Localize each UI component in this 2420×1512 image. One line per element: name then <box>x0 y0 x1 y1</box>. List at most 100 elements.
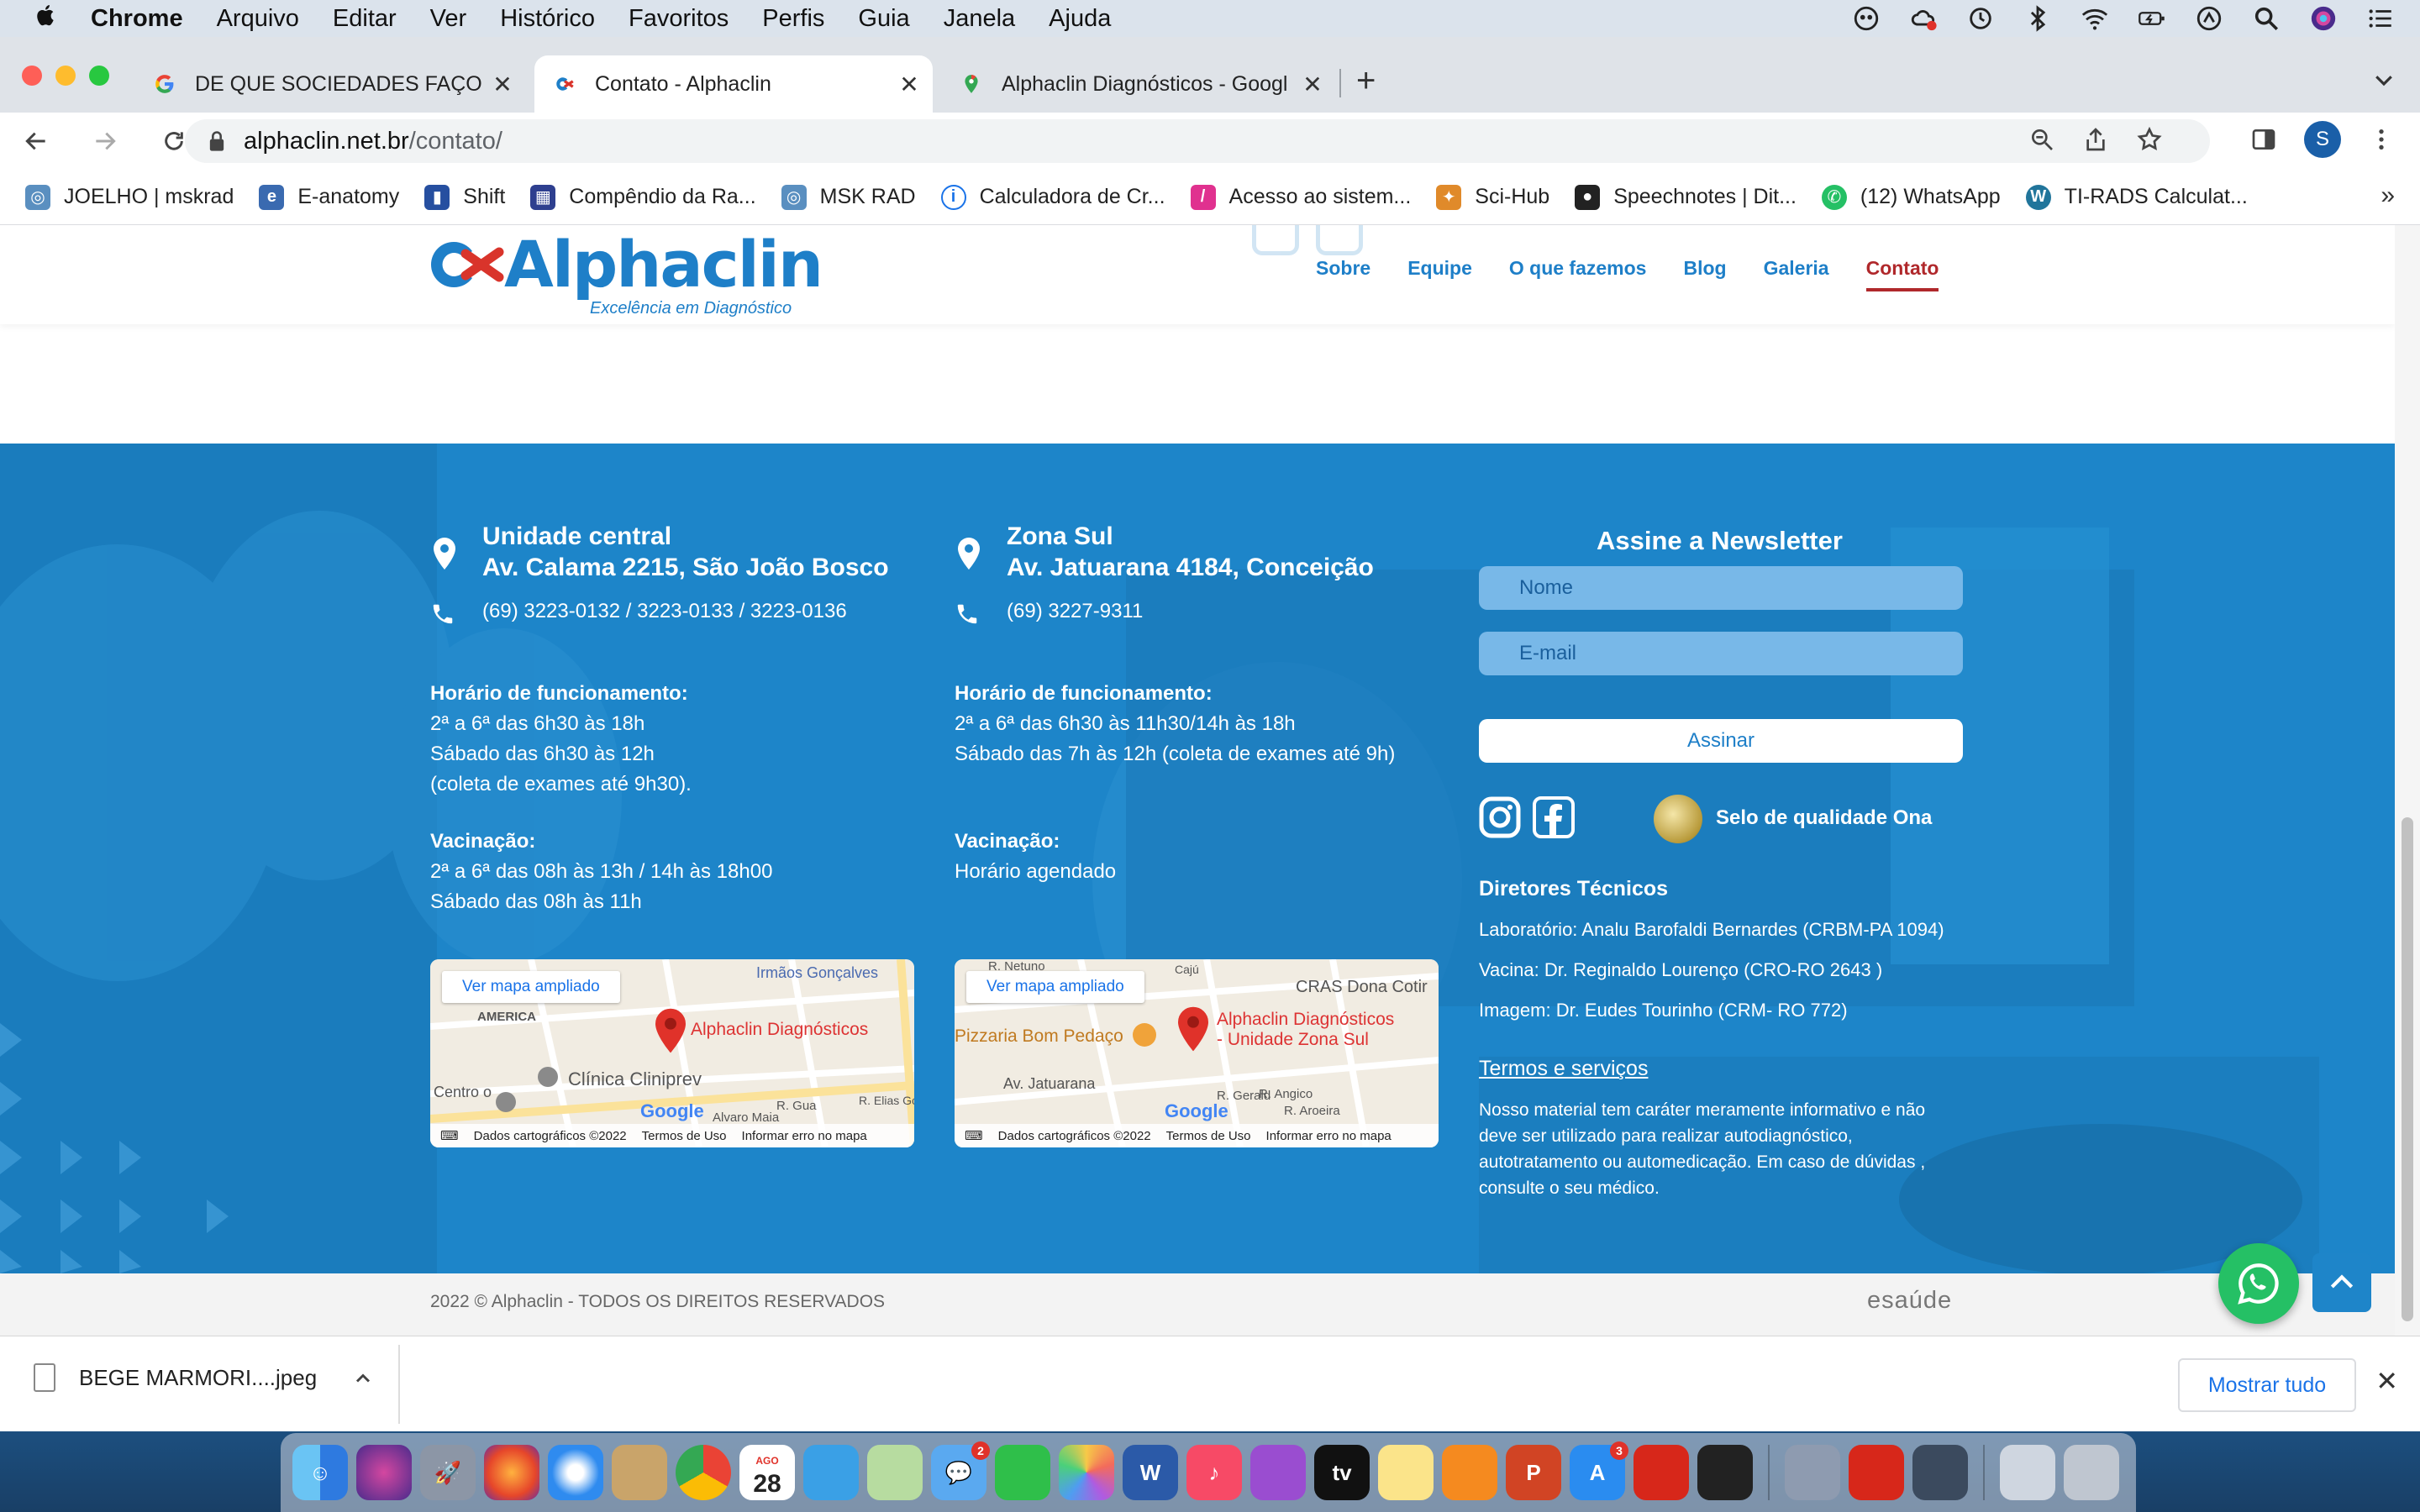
bookmark-speechnotes[interactable]: ● Speechnotes | Dit... <box>1575 184 1797 210</box>
site-logo[interactable]: Alphaclin Excelência em Diagnóstico <box>429 233 823 318</box>
apple-tv-icon[interactable]: tv <box>1314 1445 1370 1500</box>
close-tab-icon[interactable]: ✕ <box>894 71 924 98</box>
menu-perfis[interactable]: Perfis <box>762 5 824 33</box>
chrome-menu-icon[interactable] <box>2368 126 2395 153</box>
zoom-icon[interactable] <box>2028 126 2055 153</box>
siri-icon[interactable] <box>2309 4 2338 33</box>
nav-galeria[interactable]: Galeria <box>1764 257 1829 291</box>
bookmarks-overflow-icon[interactable]: » <box>2381 181 2395 210</box>
time-machine-icon[interactable] <box>1966 4 1995 33</box>
calendar-icon[interactable]: AGO 28 <box>739 1445 795 1500</box>
nav-blog[interactable]: Blog <box>1683 257 1726 291</box>
image-capture-icon[interactable] <box>1785 1445 1840 1500</box>
reload-button[interactable] <box>160 127 188 155</box>
scrollbar-thumb[interactable] <box>2402 817 2413 1321</box>
siri-icon[interactable] <box>356 1445 412 1500</box>
notification-center-icon[interactable] <box>2366 4 2395 33</box>
profile-avatar[interactable]: S <box>2304 121 2341 158</box>
creative-cloud-icon[interactable] <box>1909 4 1938 33</box>
facebook-icon[interactable] <box>1533 796 1575 838</box>
new-tab-button[interactable]: + <box>1356 62 1376 100</box>
menu-historico[interactable]: Histórico <box>500 5 595 33</box>
trash-icon[interactable] <box>2064 1445 2119 1500</box>
menu-ajuda[interactable]: Ajuda <box>1049 5 1111 33</box>
menu-ver[interactable]: Ver <box>430 5 467 33</box>
battery-icon[interactable] <box>2138 4 2166 33</box>
menu-guia[interactable]: Guia <box>858 5 909 33</box>
acrobat-reader-icon[interactable] <box>1849 1445 1904 1500</box>
acrobat-icon[interactable] <box>1634 1445 1689 1500</box>
bookmark-calculadora[interactable]: i Calculadora de Cr... <box>940 184 1165 210</box>
map-pin-icon[interactable] <box>1178 1006 1208 1052</box>
download-item[interactable]: BEGE MARMORI....jpeg <box>34 1363 317 1392</box>
podcasts-icon[interactable] <box>1250 1445 1306 1500</box>
map-zona-sul[interactable]: Ver mapa ampliado Alphaclin Diagnósticos… <box>955 959 1439 1147</box>
bookmark-joelho[interactable]: ◎ JOELHO | mskrad <box>25 184 234 210</box>
terminal-icon[interactable] <box>1697 1445 1753 1500</box>
mosaic-app-icon[interactable] <box>803 1445 859 1500</box>
keyboard-icon[interactable]: ⌨ <box>965 1128 983 1143</box>
notes-icon[interactable] <box>1378 1445 1434 1500</box>
menu-arquivo[interactable]: Arquivo <box>217 5 299 33</box>
map-report-link[interactable]: Informar erro no mapa <box>1266 1129 1392 1143</box>
close-window-button[interactable] <box>22 66 42 86</box>
menu-favoritos[interactable]: Favoritos <box>629 5 729 33</box>
page-scrollbar[interactable] <box>2395 225 2420 1336</box>
photos-icon[interactable] <box>1059 1445 1114 1500</box>
nav-contato[interactable]: Contato <box>1865 257 1939 291</box>
word-icon[interactable]: W <box>1123 1445 1178 1500</box>
firefox-icon[interactable] <box>484 1445 539 1500</box>
bookmark-sci-hub[interactable]: ✦ Sci-Hub <box>1436 184 1549 210</box>
nav-sobre[interactable]: Sobre <box>1316 257 1370 291</box>
map-terms-link[interactable]: Termos de Uso <box>642 1129 727 1143</box>
minimize-window-button[interactable] <box>55 66 76 86</box>
newsletter-name-input[interactable]: Nome <box>1479 566 1963 610</box>
bookmark-shift[interactable]: ▮ Shift <box>424 184 505 210</box>
books-icon[interactable] <box>1442 1445 1497 1500</box>
nav-o-que-fazemos[interactable]: O que fazemos <box>1509 257 1647 291</box>
menu-app-name[interactable]: Chrome <box>91 5 183 33</box>
bookmark-acesso[interactable]: / Acesso ao sistem... <box>1190 184 1411 210</box>
esaude-credit-link[interactable]: esaúde <box>1867 1287 1952 1315</box>
bluetooth-icon[interactable] <box>2023 4 2052 33</box>
tab-search-chevron-icon[interactable] <box>2371 67 2396 98</box>
powerpoint-icon[interactable]: P <box>1506 1445 1561 1500</box>
spotlight-search-icon[interactable] <box>2252 4 2281 33</box>
show-all-downloads-button[interactable]: Mostrar tudo <box>2178 1358 2356 1412</box>
bookmark-star-icon[interactable] <box>2136 126 2163 153</box>
preview-icon[interactable] <box>612 1445 667 1500</box>
download-options-chevron-icon[interactable] <box>351 1367 375 1396</box>
close-shelf-icon[interactable]: ✕ <box>2375 1365 2398 1397</box>
map-pin-icon[interactable] <box>655 1008 686 1053</box>
bookmark-msk-rad[interactable]: ◎ MSK RAD <box>781 184 916 210</box>
back-to-top-button[interactable] <box>2312 1253 2371 1312</box>
bookmark-compendio[interactable]: ▦ Compêndio da Ra... <box>530 184 756 210</box>
facetime-icon[interactable] <box>995 1445 1050 1500</box>
downloads-stack-icon[interactable] <box>2000 1445 2055 1500</box>
instagram-icon[interactable] <box>1479 796 1521 838</box>
side-panel-icon[interactable] <box>2250 126 2277 153</box>
back-button[interactable] <box>22 127 50 155</box>
safari-icon[interactable] <box>548 1445 603 1500</box>
maximize-window-button[interactable] <box>89 66 109 86</box>
forward-button[interactable] <box>91 127 119 155</box>
menu-janela[interactable]: Janela <box>944 5 1015 33</box>
quicktime-icon[interactable] <box>1912 1445 1968 1500</box>
whatsapp-float-button[interactable] <box>2218 1243 2299 1324</box>
close-tab-icon[interactable]: ✕ <box>487 71 518 98</box>
bookmark-e-anatomy[interactable]: e E-anatomy <box>259 184 399 210</box>
map-terms-link[interactable]: Termos de Uso <box>1166 1129 1251 1143</box>
terms-link[interactable]: Termos e serviços <box>1479 1057 1648 1081</box>
share-icon[interactable] <box>2082 126 2109 153</box>
messages-icon[interactable]: 💬 2 <box>931 1441 990 1500</box>
menu-editar[interactable]: Editar <box>333 5 397 33</box>
unit2-phone[interactable]: (69) 3227-9311 <box>1007 596 1143 627</box>
tab-contato-alphaclin[interactable]: Contato - Alphaclin ✕ <box>534 55 933 113</box>
newsletter-email-input[interactable]: E-mail <box>1479 632 1963 675</box>
bookmark-ti-rads[interactable]: W TI-RADS Calculat... <box>2025 184 2248 210</box>
bookmark-whatsapp[interactable]: ✆ (12) WhatsApp <box>1821 184 2001 210</box>
finder-icon[interactable]: ☺ <box>292 1445 348 1500</box>
close-tab-icon[interactable]: ✕ <box>1297 71 1328 98</box>
owl-icon[interactable] <box>1852 4 1881 33</box>
music-icon[interactable]: ♪ <box>1186 1445 1242 1500</box>
